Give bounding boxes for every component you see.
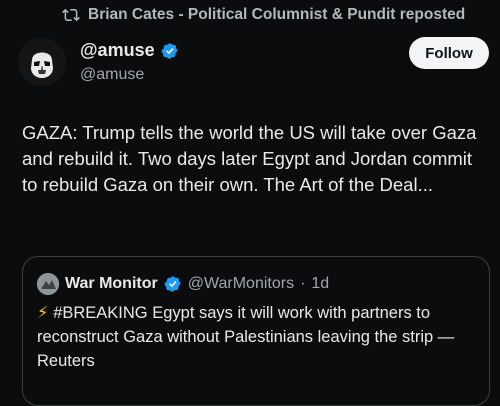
quoted-tweet-card[interactable]: War Monitor @WarMonitors · 1d ⚡ #BREAKIN… [22,256,490,406]
quoted-timestamp[interactable]: 1d [311,275,329,293]
verified-badge-icon [161,42,178,59]
quoted-tweet-text: ⚡ #BREAKING Egypt says it will work with… [37,301,477,373]
quoted-verified-badge-icon [164,276,181,292]
quoted-tweet-header: War Monitor @WarMonitors · 1d [37,273,329,295]
war-monitor-avatar[interactable] [37,273,59,295]
separator-dot: · [300,275,306,292]
author-name-row[interactable]: @amuse [80,40,179,61]
follow-button[interactable]: Follow [409,37,489,69]
repost-indicator[interactable]: Brian Cates - Political Columnist & Pund… [62,6,465,24]
author-handle[interactable]: @amuse [80,66,144,84]
quoted-tweet-body: #BREAKING Egypt says it will work with p… [37,304,455,370]
quoted-author-handle[interactable]: @WarMonitors [188,275,294,293]
quoted-author-name[interactable]: War Monitor [65,275,158,293]
stormtrooper-avatar[interactable] [18,38,66,86]
tweet-text: GAZA: Trump tells the world the US will … [22,122,477,195]
author-display-name[interactable]: @amuse [80,40,155,61]
lightning-emoji-icon: ⚡ [37,304,49,322]
repost-icon [62,8,80,22]
repost-text: Brian Cates - Political Columnist & Pund… [88,6,466,23]
